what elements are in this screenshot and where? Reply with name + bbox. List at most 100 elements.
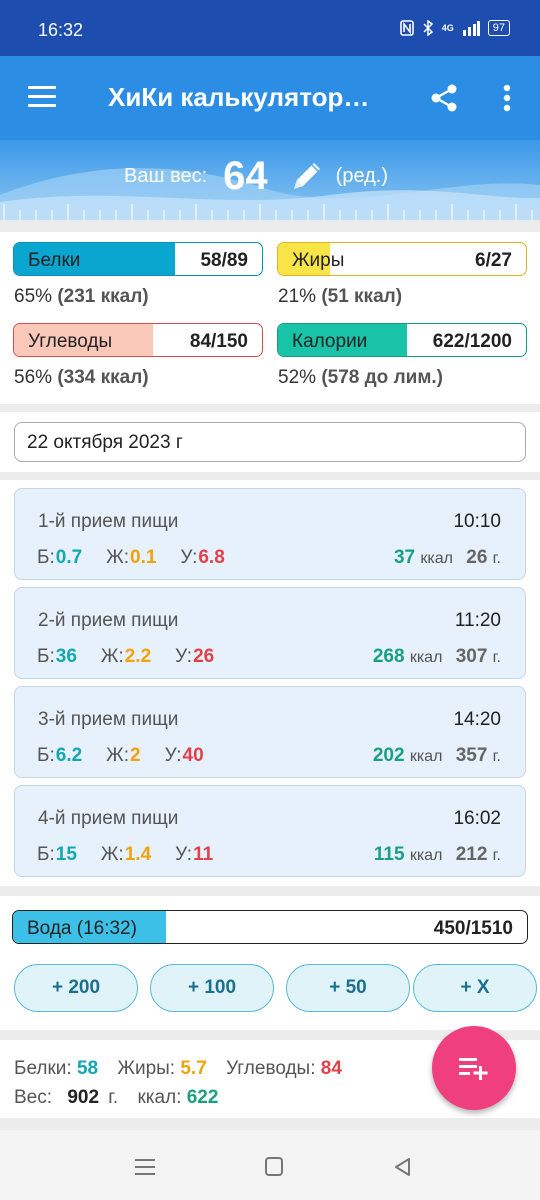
meal-card[interactable]: 2-й прием пищи 11:20 Б:36 Ж:2.2 У:26 268 ккал… xyxy=(14,587,526,679)
meal-card[interactable]: 1-й прием пищи 10:10 Б:0.7 Ж:0.1 У:6.8 37 кка… xyxy=(14,488,526,580)
carbs-bar[interactable]: Углеводы 84/150 xyxy=(13,323,263,357)
meal-time: 11:20 xyxy=(454,610,501,631)
pencil-icon[interactable] xyxy=(286,157,326,197)
add-meal-fab[interactable] xyxy=(432,1026,516,1110)
share-icon[interactable] xyxy=(428,82,460,114)
add-200-button[interactable]: + 200 xyxy=(14,964,138,1012)
weight-row: Ваш вес: 64 (ред.) xyxy=(124,154,388,199)
meal-macros: Б:15 Ж:1.4 У:11 xyxy=(37,844,237,866)
totals-row-macros: Белки: 58 Жиры: 5.7 Углеводы: 84 xyxy=(14,1058,356,1080)
nfc-icon xyxy=(399,20,414,36)
protein-label: Белки xyxy=(28,250,81,271)
calories-value: 622/1200 xyxy=(432,331,512,352)
meal-protein-value: 36 xyxy=(55,646,77,667)
meal-kcal-value: 202 xyxy=(372,745,405,766)
meal-carbs-value: 11 xyxy=(193,844,214,865)
meal-kcal-value: 268 xyxy=(372,646,405,667)
status-icons: 4G 97 xyxy=(399,20,510,36)
edit-weight-link[interactable]: (ред.) xyxy=(336,165,388,188)
meal-fat-label: Ж: xyxy=(100,646,124,667)
meal-fat-label: Ж: xyxy=(106,745,129,766)
meal-carbs-value: 26 xyxy=(193,646,215,667)
home-icon[interactable] xyxy=(261,1156,287,1178)
recents-icon[interactable] xyxy=(132,1156,158,1178)
meal-protein-value: 15 xyxy=(55,844,77,865)
weight-value: 64 xyxy=(223,154,268,198)
add-50-button[interactable]: + 50 xyxy=(286,964,410,1012)
meal-kcal-unit: ккал xyxy=(409,847,443,864)
carbs-label: Углеводы xyxy=(28,331,113,352)
meal-fat-label: Ж: xyxy=(100,844,124,865)
meal-totals: 115 ккал 212 г. xyxy=(374,844,501,866)
meal-macros: Б:36 Ж:2.2 У:26 xyxy=(37,646,238,668)
playlist-add-icon xyxy=(459,1058,488,1080)
fat-percent: 21% (51 ккал) xyxy=(278,286,403,307)
back-icon[interactable] xyxy=(390,1156,416,1178)
totals-protein-label: Белки: xyxy=(14,1058,72,1079)
meal-totals: 268 ккал 307 г. xyxy=(373,646,501,668)
meal-weight-unit: г. xyxy=(492,649,501,666)
fat-bar[interactable]: Жиры 6/27 xyxy=(277,242,527,276)
date-selector[interactable]: 22 октября 2023 г xyxy=(14,422,526,462)
meal-protein-value: 0.7 xyxy=(55,547,83,568)
meal-title: 4-й прием пищи xyxy=(38,808,179,829)
status-bar: 16:32 4G 97 xyxy=(0,0,540,56)
totals-kcal-label: ккал: xyxy=(137,1087,182,1108)
meal-weight-value: 307 xyxy=(455,646,488,667)
totals-carbs-label: Углеводы: xyxy=(226,1058,316,1079)
meal-kcal-unit: ккал xyxy=(409,649,443,666)
macros-card: Белки 58/89 65% (231 ккал) Жиры 6/27 21%… xyxy=(0,232,540,404)
status-time: 16:32 xyxy=(38,20,84,40)
system-nav-bar xyxy=(0,1130,540,1200)
add-custom-button[interactable]: + X xyxy=(413,964,537,1012)
totals-row-weight: Вес: 902 г. ккал: 622 xyxy=(14,1087,232,1109)
meal-weight-unit: г. xyxy=(492,748,501,765)
meal-time: 14:20 xyxy=(453,709,501,730)
meal-weight-unit: г. xyxy=(492,550,501,567)
bluetooth-icon xyxy=(423,20,433,36)
water-label: Вода (16:32) xyxy=(27,918,137,939)
meal-card[interactable]: 4-й прием пищи 16:02 Б:15 Ж:1.4 У:11 115 ккал… xyxy=(14,785,526,877)
calories-bar[interactable]: Калории 622/1200 xyxy=(277,323,527,357)
totals-fat-label: Жиры: xyxy=(117,1058,176,1079)
meal-fat-value: 1.4 xyxy=(124,844,152,865)
calories-label: Калории xyxy=(292,331,368,352)
add-100-button[interactable]: + 100 xyxy=(150,964,274,1012)
meal-macros: Б:6.2 Ж:2 У:40 xyxy=(37,745,228,767)
protein-percent: 65% (231 ккал) xyxy=(14,286,149,307)
totals-carbs-value: 84 xyxy=(320,1058,342,1079)
meal-card[interactable]: 3-й прием пищи 14:20 Б:6.2 Ж:2 У:40 202 ккал … xyxy=(14,686,526,778)
hamburger-icon[interactable] xyxy=(28,86,56,108)
calories-percent: 52% (578 до лим.) xyxy=(278,367,443,388)
carbs-percent: 56% (334 ккал) xyxy=(14,367,149,388)
water-bar[interactable]: Вода (16:32) 450/1510 xyxy=(12,910,528,944)
meal-weight-value: 212 xyxy=(455,844,488,865)
meal-kcal-unit: ккал xyxy=(420,550,453,567)
battery-icon: 97 xyxy=(487,20,510,36)
weight-header: Ваш вес: 64 (ред.) xyxy=(0,140,540,220)
meal-totals: 37 ккал 26 г. xyxy=(394,547,501,569)
meal-title: 2-й прием пищи xyxy=(38,610,179,631)
meal-weight-value: 357 xyxy=(455,745,488,766)
totals-weight-label: Вес: xyxy=(14,1087,53,1108)
totals-kcal-value: 622 xyxy=(186,1087,219,1108)
meal-weight-value: 26 xyxy=(466,547,488,568)
meal-protein-label: Б: xyxy=(37,547,55,568)
protein-bar[interactable]: Белки 58/89 xyxy=(13,242,263,276)
meal-time: 10:10 xyxy=(453,511,501,532)
meal-kcal-unit: ккал xyxy=(409,748,443,765)
meal-fat-label: Ж: xyxy=(106,547,129,568)
meal-protein-value: 6.2 xyxy=(55,745,83,766)
fat-label: Жиры xyxy=(292,250,345,271)
more-vert-icon[interactable] xyxy=(492,82,522,114)
meal-kcal-value: 37 xyxy=(393,547,416,568)
meal-totals: 202 ккал 357 г. xyxy=(373,745,501,767)
weight-label: Ваш вес: xyxy=(124,165,208,187)
signal-icon xyxy=(462,21,480,36)
meal-carbs-label: У: xyxy=(164,745,182,766)
carbs-value: 84/150 xyxy=(189,331,248,352)
app-title: ХиКи калькулятор… xyxy=(108,82,370,112)
meal-time: 16:02 xyxy=(453,808,501,829)
meal-fat-value: 0.1 xyxy=(130,547,157,568)
meal-carbs-value: 6.8 xyxy=(198,547,225,568)
